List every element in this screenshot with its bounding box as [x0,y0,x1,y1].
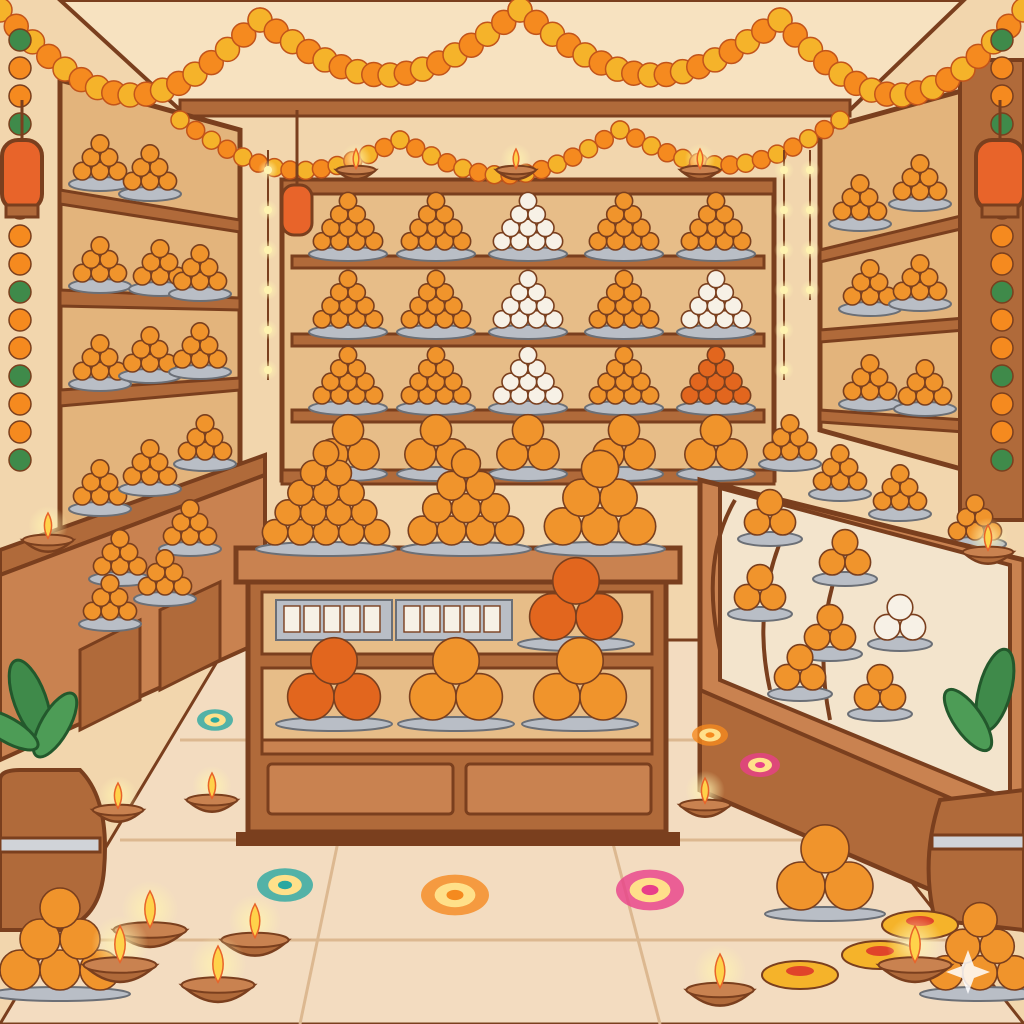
marigold-flower [8,336,32,360]
marigold-flower [8,84,32,108]
ceiling-beam [178,98,852,118]
marigold-flower [8,252,32,276]
marigold-flower [798,129,819,149]
marigold-flower [8,112,32,136]
sweet-shop-illustration [0,0,1024,1024]
light-bulb [264,166,272,174]
light-bulb [780,326,788,334]
light-bulb [780,246,788,254]
marigold-flower [990,224,1014,248]
marigold-flower [990,280,1014,304]
light-bulb [780,366,788,374]
marigold-flower [8,392,32,416]
marigold-flower [990,56,1014,80]
barfi-tray [275,599,393,641]
rangoli-pattern [616,869,684,911]
marigold-flower [990,252,1014,276]
light-bulb [806,166,814,174]
rangoli-pattern [197,709,233,731]
light-bulb [806,206,814,214]
marigold-flower [814,119,835,140]
light-bulb [264,286,272,294]
sweet-shop-scene [0,0,1024,1024]
light-bulb [264,246,272,254]
marigold-flower [185,120,206,141]
light-bulb [806,286,814,294]
light-bulb [780,206,788,214]
marigold-flower [990,420,1014,444]
marigold-flower [8,420,32,444]
marigold-flower [990,392,1014,416]
light-bulb [780,286,788,294]
marigold-flower [8,364,32,388]
marigold-flower [990,28,1014,52]
marigold-flower [311,159,332,179]
marigold-flower [578,139,599,159]
marigold-flower [170,110,190,130]
light-bulb [780,166,788,174]
marigold-flower [8,308,32,332]
barfi-tray [395,599,513,641]
marigold-flower [8,448,32,472]
rangoli-pattern [740,753,780,777]
light-bulb [264,206,272,214]
marigold-flower [990,448,1014,472]
marigold-flower [990,308,1014,332]
rangoli-pattern [692,724,728,746]
marigold-flower [990,364,1014,388]
light-bulb [806,246,814,254]
marigold-flower [990,336,1014,360]
marigold-flower [8,280,32,304]
marigold-flower [990,84,1014,108]
marigold-flower [8,56,32,80]
marigold-flower [990,112,1014,136]
marigold-flower [8,28,32,52]
marigold-flower [201,130,222,150]
marigold-flower [594,129,615,150]
light-bulb [264,326,272,334]
light-bulb [264,366,272,374]
marigold-flower [735,153,756,174]
marigold-flower [8,224,32,248]
marigold-flower [830,110,850,130]
rangoli-pattern [421,874,489,916]
